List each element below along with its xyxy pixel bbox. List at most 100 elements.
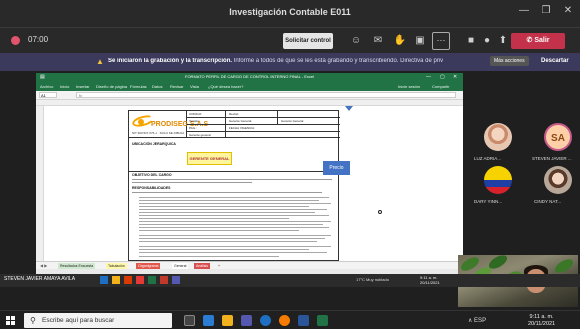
- section-objetivo: OBJETIVO DEL CARGO: [132, 173, 172, 177]
- system-tray[interactable]: ∧ ESP: [468, 317, 486, 324]
- banner-bold-text: Se iniciaron la grabación y la transcrip…: [108, 58, 233, 64]
- banner-message: Se iniciaron la grabación y la transcrip…: [108, 58, 458, 64]
- header-fecha: FECHA VIGENCIA:: [229, 126, 256, 130]
- task-view-icon[interactable]: [184, 315, 195, 326]
- document-header: PRODISEG S.A.S NIT 900.527.076-1 · SOLO …: [129, 111, 340, 138]
- role-box: GERENTE GENERAL: [187, 152, 232, 165]
- bullet-line: [139, 197, 329, 198]
- excel-share: Compartir: [432, 84, 450, 89]
- header-rule: [187, 117, 340, 118]
- excel-row-headers: [36, 106, 44, 261]
- header-rule: [187, 131, 340, 132]
- share-screen-icon[interactable]: ⬆: [495, 33, 511, 49]
- participant-avatar[interactable]: SA: [544, 123, 572, 151]
- excel-sheet-tabs: ◀ ▶ Resultados Encuesta Tabulación Organ…: [36, 261, 463, 269]
- shared-app-icon: [100, 276, 108, 284]
- clock-date: 20/11/2021: [528, 320, 556, 327]
- recording-indicator-icon: [11, 36, 20, 45]
- taskbar-search-input[interactable]: ⚲ Escribe aquí para buscar: [24, 313, 172, 328]
- search-icon: ⚲: [30, 316, 36, 325]
- bullet-line: [139, 200, 319, 201]
- bullet-line: [139, 241, 317, 242]
- job-profile-document: PRODISEG S.A.S NIT 900.527.076-1 · SOLO …: [128, 110, 340, 261]
- excel-menu-insertar: Insertar: [76, 84, 90, 89]
- clock-time: 9:11 a. m.: [529, 314, 554, 320]
- leave-button[interactable]: ✆ Salir: [511, 33, 565, 49]
- camera-icon[interactable]: ■: [463, 33, 479, 49]
- edge-browser-icon[interactable]: [260, 315, 271, 326]
- sheet-nav-arrows: ◀ ▶: [40, 263, 48, 268]
- taskbar-clock[interactable]: 9:11 a. m. 20/11/2021: [528, 314, 555, 327]
- shared-clock-date: 20/11/2021: [420, 280, 440, 285]
- text-line: [132, 192, 322, 193]
- file-explorer-icon[interactable]: [222, 315, 233, 326]
- windows-start-icon[interactable]: [6, 316, 15, 325]
- participant-avatar[interactable]: [544, 166, 572, 194]
- calendar-app-icon[interactable]: [203, 315, 214, 326]
- bullet-line: [139, 230, 299, 231]
- more-actions-button[interactable]: ···: [432, 32, 450, 50]
- section-ubicacion: UBICACIÓN JERARQUICA: [132, 142, 176, 146]
- header-reviso: Revisó:: [229, 112, 240, 116]
- excel-sheet: PRODISEG S.A.S NIT 900.527.076-1 · SOLO …: [36, 106, 463, 261]
- company-logo: PRODISEG S.A.S NIT 900.527.076-1 · SOLO …: [129, 111, 208, 138]
- title-bar: Investigación Contable E011 — ❐ ✕: [0, 0, 580, 27]
- dismiss-button[interactable]: Descartar: [541, 58, 569, 64]
- bullet-line: [139, 221, 331, 222]
- bullet-line: [139, 235, 331, 236]
- close-icon[interactable]: ✕: [561, 5, 575, 16]
- minimize-icon[interactable]: —: [517, 5, 531, 16]
- shared-pdf-icon: [160, 276, 168, 284]
- excel-app-icon[interactable]: [317, 315, 328, 326]
- section-divider: [129, 171, 340, 172]
- excel-formula-input: fx: [76, 92, 456, 98]
- meeting-timer: 07:00: [28, 35, 49, 44]
- teams-app-icon[interactable]: [241, 315, 252, 326]
- windows-taskbar: ⚲ Escribe aquí para buscar ∧ ESP 9:11 a.…: [0, 310, 580, 329]
- header-cargo: Gerente general: [189, 133, 211, 137]
- excel-user: Inicie sesión: [398, 84, 421, 89]
- excel-ribbon-tabs: Archivo Inicio Insertar Diseño de página…: [36, 82, 463, 91]
- header-reviso-value: Gerente General: [229, 119, 252, 123]
- chrome-browser-icon[interactable]: [279, 315, 290, 326]
- bullet-line: [139, 249, 309, 250]
- word-app-icon[interactable]: [298, 315, 309, 326]
- logo-dot-icon: [138, 119, 144, 125]
- excel-menu-vista: Vista: [190, 84, 199, 89]
- mouse-cursor-icon: [378, 210, 382, 214]
- participant-avatar[interactable]: [484, 123, 512, 151]
- bullet-line: [139, 218, 289, 219]
- more-actions-tooltip: Más acciones: [490, 56, 529, 66]
- text-line: [132, 179, 332, 180]
- header-version: Versión:: [189, 119, 200, 123]
- microphone-icon[interactable]: ●: [479, 33, 495, 49]
- excel-menu-diseno: Diseño de página: [96, 84, 128, 89]
- search-placeholder: Escribe aquí para buscar: [42, 317, 115, 324]
- arrow-shape: [345, 106, 353, 111]
- excel-menu-inicio: Inicio: [60, 84, 70, 89]
- leave-label: Salir: [534, 37, 550, 44]
- precio-shape: Precio: [323, 161, 350, 175]
- bullet-line: [139, 238, 325, 239]
- text-line: [132, 182, 252, 183]
- bullet-line: [139, 252, 327, 253]
- chat-icon[interactable]: ✉: [370, 33, 386, 49]
- header-rule: [187, 124, 340, 125]
- participant-avatar[interactable]: [484, 166, 512, 194]
- bullet-line: [139, 246, 331, 247]
- recording-banner: ▲ Se iniciaron la grabación y la transcr…: [0, 53, 580, 71]
- request-control-button[interactable]: Solicitar control: [283, 33, 333, 49]
- rooms-icon[interactable]: ▣: [412, 33, 428, 49]
- bullet-line: [139, 209, 327, 210]
- excel-close-icon: ✕: [453, 74, 458, 80]
- teams-meeting-window: Investigación Contable E011 — ❐ ✕ 07:00 …: [0, 0, 580, 329]
- excel-title-bar: ▤ FORMATO PERFIL DE CARGO DE CONTROL INT…: [36, 73, 463, 82]
- shared-teams-icon: [172, 276, 180, 284]
- reactions-icon[interactable]: ✋: [392, 33, 408, 49]
- excel-restore-icon: ▢: [440, 74, 445, 80]
- participant-name: DARY YINN...: [474, 199, 503, 204]
- excel-title: FORMATO PERFIL DE CARGO DE CONTROL INTER…: [185, 74, 314, 79]
- restore-icon[interactable]: ❐: [539, 5, 553, 16]
- participants-icon[interactable]: ☺: [348, 33, 364, 49]
- excel-menu-revisar: Revisar: [170, 84, 184, 89]
